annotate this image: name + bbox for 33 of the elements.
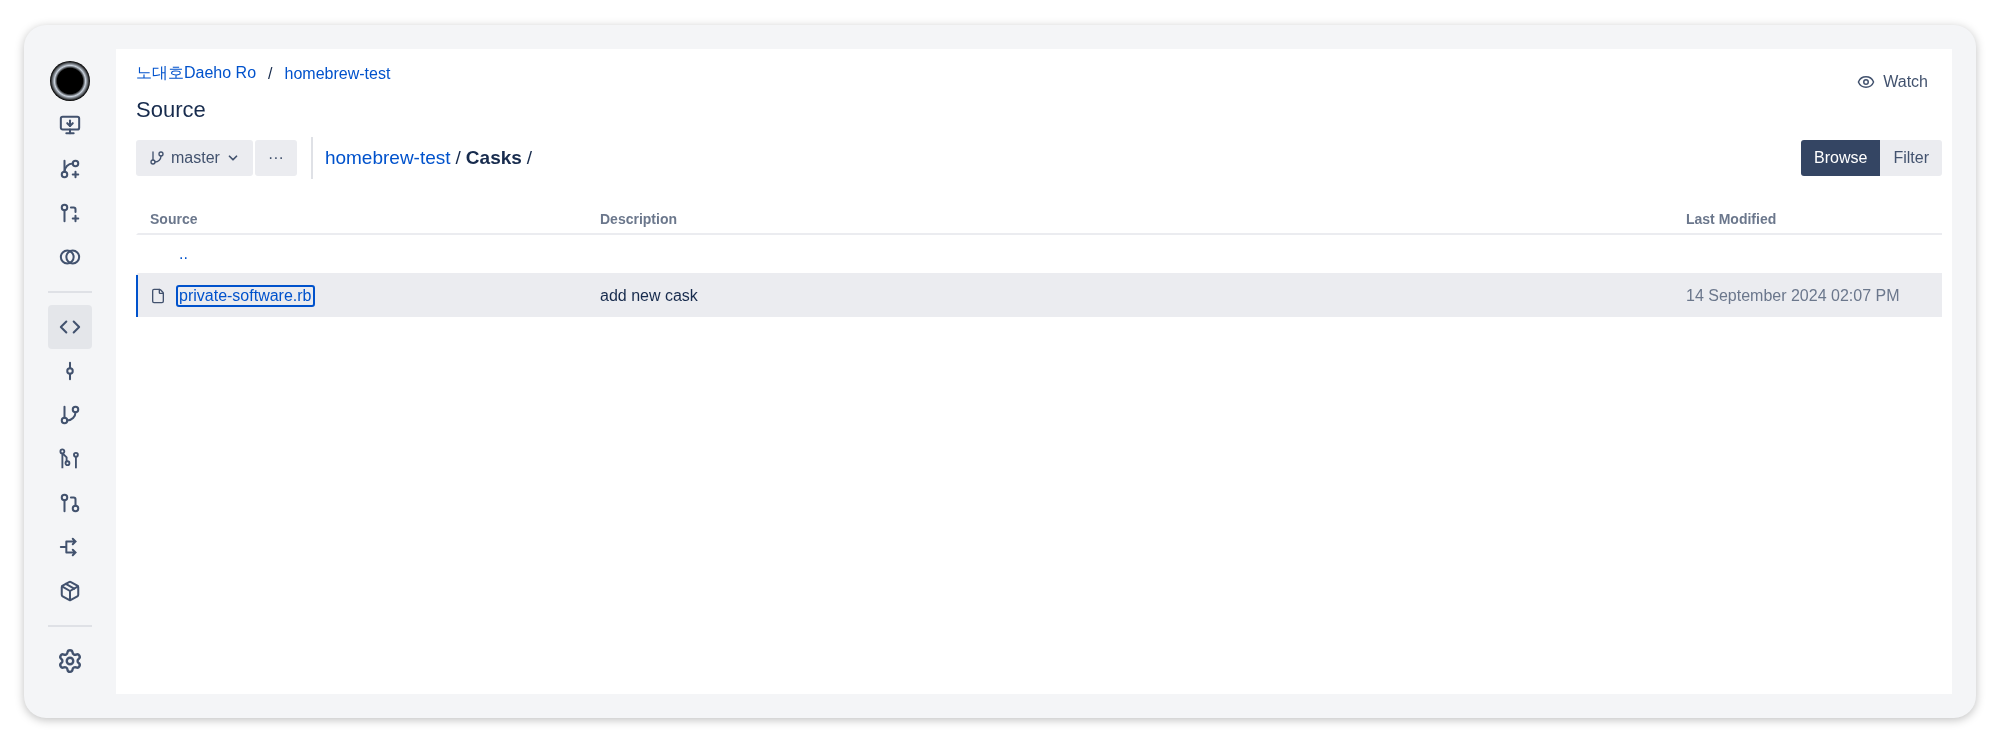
branch-graph-icon	[59, 448, 81, 470]
project-link[interactable]: 노대호Daeho Ro	[136, 63, 257, 84]
sidebar-item[interactable]	[48, 305, 92, 349]
page-title: Source	[136, 97, 207, 123]
file-link[interactable]: private-software.rb	[176, 285, 315, 307]
file-icon	[150, 288, 166, 304]
column-header: Description	[599, 211, 678, 227]
monitor-download-icon	[59, 114, 81, 136]
branch-icon	[149, 150, 165, 166]
eye-icon	[1857, 73, 1876, 91]
parent-folder-link[interactable]: ..	[176, 243, 191, 265]
commit-message: add new cask	[600, 287, 698, 305]
folder-name: Casks	[465, 147, 522, 169]
view-toggle[interactable]: Browse	[1801, 140, 1881, 176]
view-toggle[interactable]: Filter	[1880, 140, 1942, 176]
modified-date: 14 September 2024 02:07 PM	[1685, 287, 1901, 305]
branch-plus-icon	[59, 158, 81, 180]
column-header: Source	[149, 211, 199, 227]
path-separator: /	[455, 147, 461, 169]
branch-icon	[59, 404, 81, 426]
package-icon	[59, 580, 81, 602]
path-separator: /	[526, 147, 533, 169]
settings-icon	[57, 648, 83, 674]
pull-request-create-icon	[59, 202, 81, 224]
branch-selector[interactable]: master	[136, 140, 253, 176]
repository-link[interactable]: homebrew-test	[324, 147, 451, 169]
watch-button[interactable]: Watch	[1857, 63, 1942, 91]
pull-request-icon	[59, 492, 81, 514]
breadcrumb-separator: /	[268, 64, 273, 83]
more-button[interactable]: ···	[254, 140, 297, 176]
selected-row[interactable]: private-software.rb add new cask 14 September 2024 02:07 PM	[136, 275, 1942, 317]
repository-link[interactable]: homebrew-test	[284, 64, 391, 83]
column-header: Last Modified	[1685, 211, 1778, 227]
